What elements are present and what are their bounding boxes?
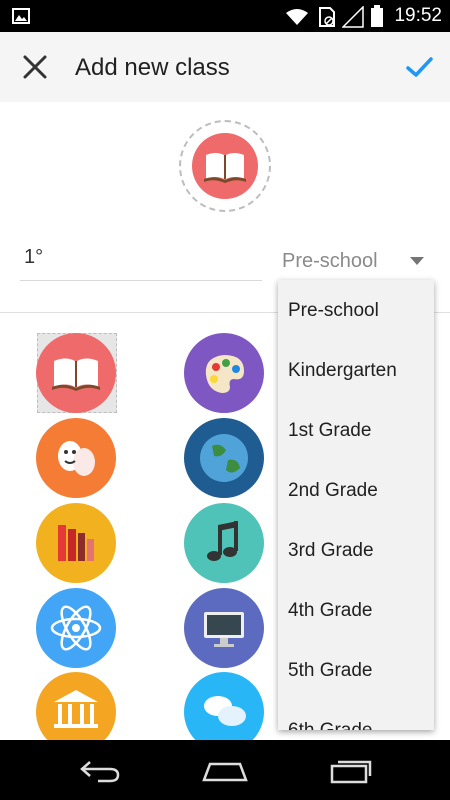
dropdown-option-4th-grade[interactable]: 4th Grade [288, 600, 373, 622]
battery-icon [371, 5, 383, 27]
class-name-underline [20, 280, 262, 281]
selected-class-icon[interactable] [179, 120, 271, 212]
globe-icon[interactable] [184, 418, 264, 498]
music-note-icon[interactable] [184, 503, 264, 583]
class-name-field[interactable]: 1° [24, 246, 43, 269]
atom-icon[interactable] [36, 588, 116, 668]
dropdown-option-pre-school[interactable]: Pre-school [288, 300, 379, 322]
close-icon[interactable] [22, 54, 48, 80]
check-icon[interactable] [404, 52, 434, 82]
status-time: 19:52 [394, 5, 442, 26]
palette-icon[interactable] [184, 333, 264, 413]
page-title: Add new class [75, 54, 230, 81]
wifi-icon [286, 9, 308, 25]
dropdown-option-2nd-grade[interactable]: 2nd Grade [288, 480, 378, 502]
dropdown-option-kindergarten[interactable]: Kindergarten [288, 360, 397, 382]
dropdown-arrow-icon[interactable] [410, 257, 424, 265]
grade-select[interactable]: Pre-school [282, 250, 378, 273]
grade-dropdown-menu: Pre-school Kindergarten 1st Grade 2nd Gr… [278, 280, 434, 730]
computer-monitor-icon[interactable] [184, 588, 264, 668]
status-bar: 19:52 [0, 0, 450, 32]
dropdown-option-1st-grade[interactable]: 1st Grade [288, 420, 371, 442]
signal-icon [342, 6, 364, 28]
image-icon [12, 8, 30, 24]
no-sim-icon [319, 7, 335, 27]
book-icon [192, 133, 258, 199]
dropdown-option-6th-grade[interactable]: 6th Grade [288, 720, 373, 730]
theater-masks-icon[interactable] [36, 418, 116, 498]
home-icon[interactable] [200, 758, 250, 784]
app-toolbar: Add new class [0, 32, 450, 102]
books-shelf-icon[interactable] [36, 503, 116, 583]
back-icon[interactable] [78, 758, 122, 784]
recents-icon[interactable] [330, 758, 374, 784]
system-nav-bar [0, 740, 450, 800]
book-icon[interactable] [36, 333, 116, 413]
dropdown-option-5th-grade[interactable]: 5th Grade [288, 660, 373, 682]
dropdown-option-3rd-grade[interactable]: 3rd Grade [288, 540, 374, 562]
